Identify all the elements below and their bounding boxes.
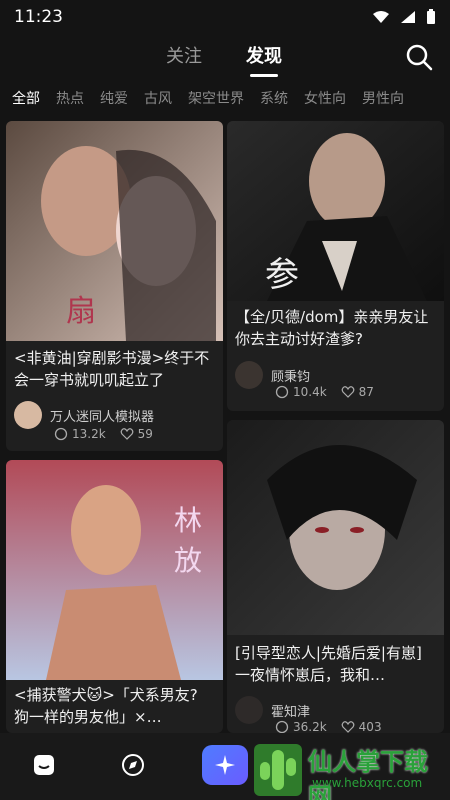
card-title: <非黄油|穿剧影书漫>终于不会一穿书就叽叽起立了 [14, 349, 210, 389]
story-card[interactable]: 参 【全/贝德/dom】亲亲男友让你去主动讨好渣爹? 顾秉钧 10.4k 87 [227, 121, 444, 411]
category-system[interactable]: 系统 [260, 84, 288, 114]
category-hot[interactable]: 热点 [56, 84, 84, 114]
svg-text:林: 林 [174, 504, 202, 537]
card-stats: 36.2k 403 [275, 720, 382, 733]
status-icons [372, 9, 436, 25]
category-fictional-world[interactable]: 架空世界 [188, 84, 244, 114]
card-title: [引导型恋人|先婚后爱|有崽]一夜情怀崽后，我和… [235, 644, 422, 684]
svg-text:放: 放 [174, 544, 202, 577]
sparkle-icon [215, 755, 235, 775]
avatar [235, 696, 263, 724]
tab-discover[interactable]: 发现 [246, 42, 282, 68]
card-stats: 10.4k 87 [275, 385, 374, 399]
comment-icon [275, 385, 289, 399]
watermark-url: www.hebxqrc.com [312, 776, 423, 790]
like-count: 87 [358, 385, 374, 399]
like-count: 59 [137, 427, 153, 441]
status-bar: 11:23 [0, 0, 450, 34]
search-icon[interactable] [404, 42, 434, 72]
home-tab[interactable] [26, 747, 62, 783]
author-name: 霍知津 [271, 704, 311, 720]
category-ancient[interactable]: 古风 [144, 84, 172, 114]
story-card[interactable]: 林 放 <捕获警犬🐱>「犬系男友? 狗一样的男友他」×… [6, 460, 223, 733]
watermark: 仙人掌下载网 www.hebxqrc.com [250, 738, 450, 800]
wifi-icon [373, 11, 389, 23]
cactus-logo-icon [254, 744, 302, 796]
heart-icon[interactable] [341, 385, 355, 399]
card-title: 【全/贝德/dom】亲亲男友让你去主动讨好渣爹? [235, 308, 429, 348]
compass-icon [122, 754, 144, 776]
avatar [235, 361, 263, 389]
heart-icon[interactable] [341, 720, 355, 733]
explore-tab[interactable] [115, 747, 151, 783]
signal-icon [401, 11, 415, 23]
story-card[interactable]: 扇 <非黄油|穿剧影书漫>终于不会一穿书就叽叽起立了 万人迷同人模拟器 13.2… [6, 121, 223, 451]
tab-follow[interactable]: 关注 [166, 42, 202, 68]
category-female[interactable]: 女性向 [304, 84, 346, 114]
watermark-text: 仙人掌下载网 [308, 748, 428, 800]
svg-text:扇: 扇 [66, 294, 96, 329]
category-male[interactable]: 男性向 [362, 84, 404, 114]
top-navigation: 关注 发现 [0, 34, 450, 80]
author-name: 万人迷同人模拟器 [50, 409, 155, 425]
create-button[interactable] [202, 745, 248, 785]
cover-image: 林 放 [6, 460, 223, 680]
like-count: 403 [358, 720, 382, 733]
avatar [14, 401, 42, 429]
category-pure-love[interactable]: 纯爱 [100, 84, 128, 114]
card-stats: 13.2k 59 [54, 427, 153, 441]
svg-text:参: 参 [265, 255, 299, 295]
status-time: 11:23 [14, 7, 63, 27]
home-icon [34, 755, 54, 775]
battery-icon [427, 9, 435, 24]
author-name: 顾秉钧 [271, 369, 311, 385]
active-tab-indicator [250, 74, 278, 77]
heart-icon[interactable] [120, 427, 134, 441]
comment-icon [275, 720, 289, 733]
cover-image [227, 420, 444, 635]
story-card[interactable]: [引导型恋人|先婚后爱|有崽]一夜情怀崽后，我和… 霍知津 36.2k 403 [227, 420, 444, 733]
category-all[interactable]: 全部 [12, 84, 40, 114]
cover-image: 参 [227, 121, 444, 301]
card-meta: 万人迷同人模拟器 [14, 401, 215, 429]
cover-image: 扇 [6, 121, 223, 341]
comment-count: 36.2k [293, 720, 327, 733]
comment-count: 13.2k [72, 427, 106, 441]
comment-icon [54, 427, 68, 441]
card-title: <捕获警犬🐱>「犬系男友? 狗一样的男友他」×… [14, 686, 198, 726]
category-bar: 全部 热点 纯爱 古风 架空世界 系统 女性向 男性向 [0, 84, 450, 114]
comment-count: 10.4k [293, 385, 327, 399]
